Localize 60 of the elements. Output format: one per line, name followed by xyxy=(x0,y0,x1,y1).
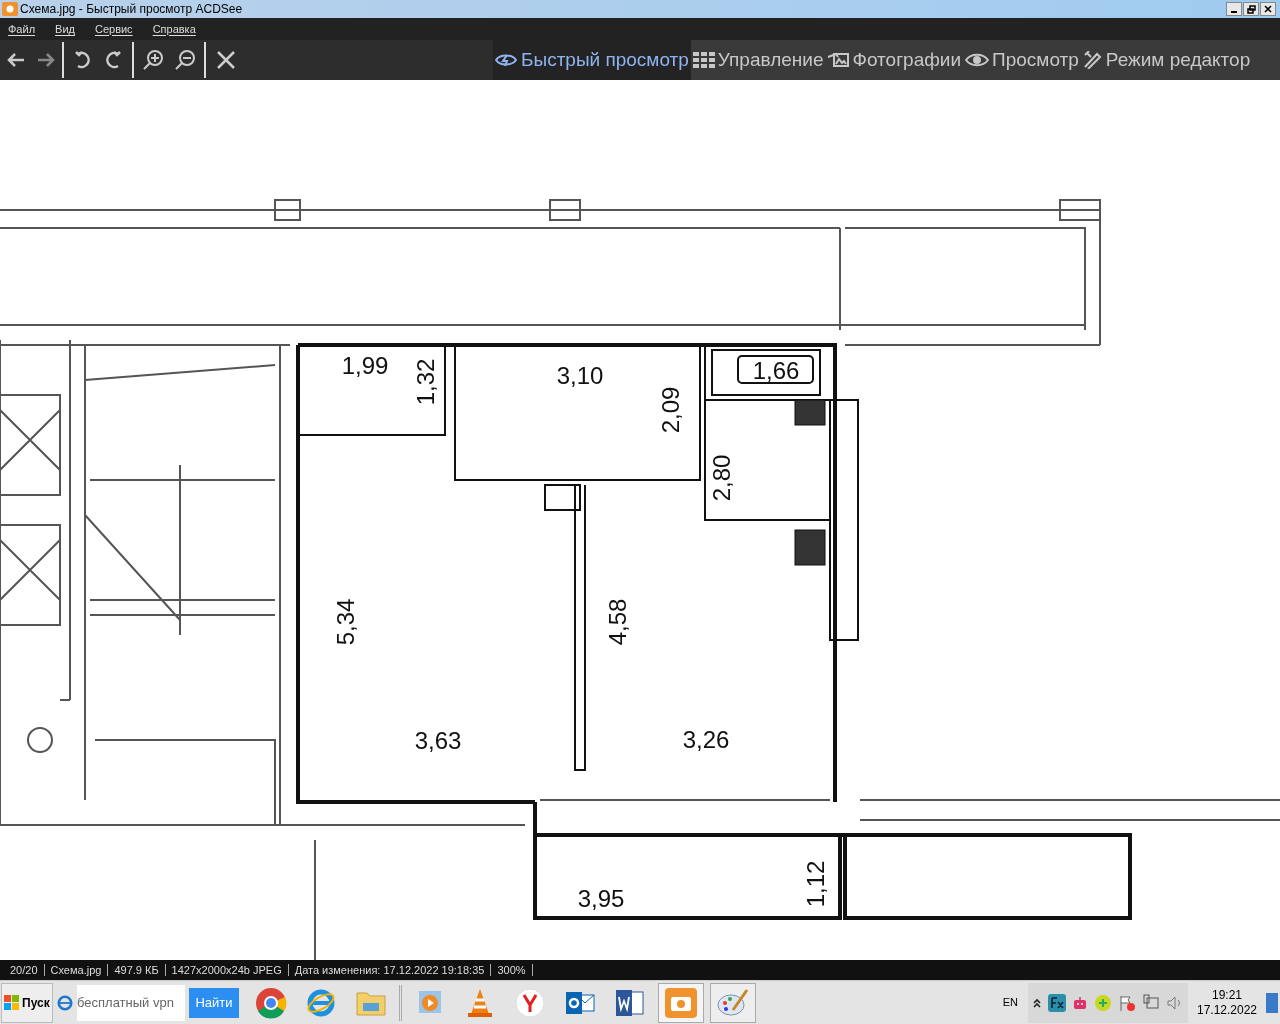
clock[interactable]: 19:21 17.12.2022 xyxy=(1188,982,1266,1023)
flag-error-icon[interactable] xyxy=(1118,993,1136,1012)
status-text: 20/20 xyxy=(4,964,45,976)
menu-item[interactable]: Справка xyxy=(152,20,196,38)
status-text: 300% xyxy=(491,964,533,976)
chevron-up-icon[interactable] xyxy=(1032,997,1042,1008)
network-icon[interactable] xyxy=(1142,993,1160,1012)
language-indicator[interactable]: EN xyxy=(1002,994,1018,1011)
dimension-label: 5,34 xyxy=(331,598,359,646)
app-icon xyxy=(2,2,18,16)
status-text: 497.9 КБ xyxy=(108,964,166,976)
rotate-left-icon[interactable] xyxy=(74,50,92,70)
show-desktop-button[interactable] xyxy=(1266,992,1278,1013)
dimension-label: 3,95 xyxy=(577,884,625,912)
menu-item[interactable]: Вид xyxy=(55,20,75,38)
dimension-label: 3,26 xyxy=(682,725,730,753)
photos-icon xyxy=(827,52,850,68)
mode-tab[interactable]: Фотографии xyxy=(825,40,964,80)
dimension-label: 1,99 xyxy=(341,351,389,379)
status-text: Схема.jpg xyxy=(44,964,109,976)
start-button[interactable]: Пуск xyxy=(1,982,53,1023)
menu-item[interactable]: Сервис xyxy=(94,20,133,38)
mode-tab[interactable]: Быстрый просмотр xyxy=(493,40,691,80)
dimension-label: 2,80 xyxy=(707,454,735,502)
minimize-icon xyxy=(1231,11,1237,13)
robot-icon[interactable] xyxy=(1072,994,1088,1011)
menu-item[interactable]: Файл xyxy=(8,20,36,38)
grid-icon xyxy=(692,52,715,68)
dimension-label: 1,32 xyxy=(411,358,439,406)
duct-block xyxy=(794,399,826,426)
eye-icon xyxy=(965,52,990,68)
status-text: 1427x2000x24b JPEG xyxy=(165,964,289,976)
mode-tab[interactable]: Управление xyxy=(690,40,826,80)
window-title: Схема.jpg - Быстрый просмотр ACDSee xyxy=(20,1,243,18)
paint-palette-icon[interactable] xyxy=(710,982,756,1023)
search-field[interactable]: бесплатный vpn xyxy=(77,984,185,1021)
dimension-label: 2,09 xyxy=(656,386,684,434)
duct-block xyxy=(794,529,826,566)
eye-icon xyxy=(495,52,517,68)
close-icon xyxy=(1264,5,1272,13)
status-text: Дата изменения: 17.12.2022 19:18:35 xyxy=(288,964,492,976)
zoom-out-icon[interactable] xyxy=(174,49,196,71)
dimension-label: 1,66 xyxy=(752,356,800,384)
dimension-label: 3,63 xyxy=(414,726,462,754)
close-icon[interactable] xyxy=(216,50,236,70)
restore-button[interactable] xyxy=(1243,2,1259,16)
zoom-in-icon[interactable] xyxy=(142,49,164,71)
mode-tab[interactable]: Режим редактор xyxy=(1080,40,1253,80)
rotate-right-icon[interactable] xyxy=(104,50,122,70)
restore-icon xyxy=(1246,4,1256,14)
minimize-button[interactable] xyxy=(1226,2,1242,16)
close-button[interactable] xyxy=(1260,2,1276,16)
fx-tray-icon[interactable] xyxy=(1048,993,1066,1012)
windows-logo-icon xyxy=(4,994,20,1011)
browser-e-icon xyxy=(57,993,73,1012)
mode-tab[interactable]: Просмотр xyxy=(963,40,1081,80)
dimension-label: 4,58 xyxy=(603,598,631,646)
dimension-label: 1,12 xyxy=(801,860,829,908)
pencil-icon xyxy=(1082,51,1103,69)
dimension-label: 3,10 xyxy=(556,361,604,389)
